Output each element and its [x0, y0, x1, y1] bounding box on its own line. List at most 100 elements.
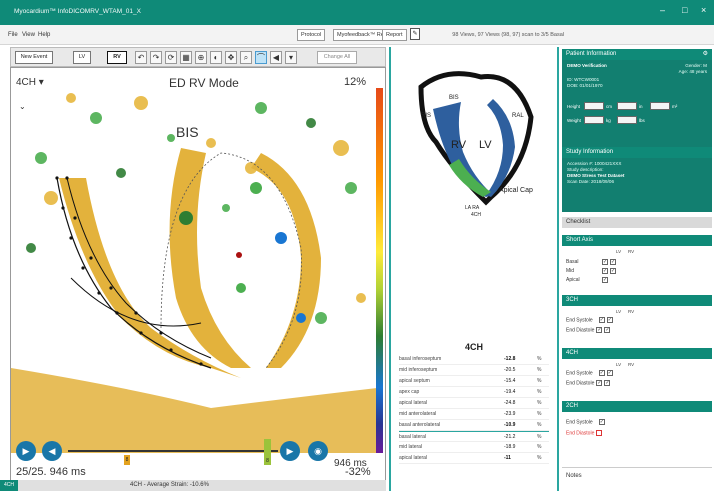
4ch-end-systole-label: End Systole [566, 370, 593, 377]
step-back-icon[interactable]: ◀ [42, 441, 62, 461]
segment-name: basal lateral [399, 434, 426, 440]
report-button[interactable]: Report [382, 29, 407, 41]
segment-name: mid inferoseptum [399, 367, 438, 373]
segment-name: apical lateral [399, 400, 428, 406]
zoom-icon[interactable]: ⊕ [195, 51, 207, 64]
play-back-icon[interactable]: ◀ [270, 51, 282, 64]
loop-icon[interactable]: ◉ [308, 441, 328, 461]
grid-icon[interactable]: ▦ [180, 51, 192, 64]
slider-marker-left[interactable]: 8 [124, 455, 130, 465]
3ch-es-lv-checkbox[interactable]: ✓ [598, 317, 605, 323]
sa-lv-checkbox[interactable]: ✓ [602, 277, 608, 283]
heart-segment-diagram [418, 71, 534, 206]
segment-unit: % [537, 378, 542, 384]
short-axis-header[interactable]: Short Axis [562, 235, 712, 246]
3ch-ed-lv-checkbox[interactable]: ✓ [596, 327, 603, 333]
change-all-button[interactable]: Change All [317, 51, 357, 64]
short-axis-row-label: Basal [566, 259, 579, 266]
new-event-button[interactable]: New Event [15, 51, 53, 64]
segment-label: BIS [176, 124, 199, 140]
rv-button[interactable]: RV [107, 51, 127, 64]
step-forward-icon[interactable]: ▶ [280, 441, 300, 461]
redo-icon[interactable]: ↷ [150, 51, 162, 64]
close-icon[interactable]: × [701, 5, 706, 15]
strain-image-viewport[interactable]: 4CH ▾ ⌄ ED RV Mode 12% BIS 25/25. 946 ms… [10, 67, 386, 486]
patient-info-title: Patient Information [566, 51, 617, 57]
study-info-header[interactable]: Study Information [562, 147, 712, 158]
menu-view[interactable]: View [22, 32, 35, 38]
play-icon[interactable]: ▶ [16, 441, 36, 461]
4ch-end-diastole-label: End Diastole [566, 380, 595, 387]
segment-row: apex cap -19.4% [399, 387, 549, 398]
2ch-end-diastole-label: End Diastole [566, 430, 595, 437]
timeline-slider[interactable] [68, 450, 278, 452]
checklist-header[interactable]: Checklist [562, 217, 712, 228]
unit-cm: cm [606, 104, 612, 109]
3ch-ed-rv-checkbox[interactable]: ✓ [604, 327, 611, 333]
segment-row: apical lateral -11% [399, 453, 549, 464]
segment-row: basal anterolateral -10.9% [399, 420, 549, 431]
segment-row: apical lateral -24.8% [399, 398, 549, 409]
4ch-ed-lv-checkbox[interactable]: ✓ [596, 380, 603, 386]
short-axis-row: Apical ✓ [566, 277, 608, 283]
2ch-es-checkbox[interactable]: ✓ [598, 419, 605, 425]
sa-lv-checkbox[interactable]: ✓ [602, 268, 608, 274]
sa-col-rv: RV [628, 249, 635, 254]
short-axis-row: Basal ✓ ✓ [566, 259, 616, 265]
short-axis-row-label: Apical [566, 277, 580, 284]
weight-label: Weight [567, 118, 581, 123]
playback-controls: ▶ ◀ 8 8 ▶ ◉ 946 ms [10, 436, 376, 476]
rotate-icon[interactable]: ⟳ [165, 51, 177, 64]
protocol-button[interactable]: Protocol [297, 29, 326, 41]
sa-rv-checkbox[interactable]: ✓ [610, 268, 616, 274]
4ch-ed-rv-checkbox[interactable]: ✓ [604, 380, 611, 386]
trace-icon[interactable]: ⌒ [255, 51, 267, 64]
segment-unit: % [537, 422, 542, 428]
sa-lv-checkbox[interactable]: ✓ [602, 259, 608, 265]
notes-label[interactable]: Notes [566, 473, 582, 479]
segment-name: apex cap [399, 389, 420, 395]
bsa-input[interactable] [650, 102, 670, 110]
time-right: 946 ms [334, 458, 367, 469]
2ch-header[interactable]: 2CH [562, 401, 712, 412]
magnify-icon[interactable]: ⌕ [240, 51, 252, 64]
window-title: Myocardium™ InfoDICOMRV_WTAM_01_X [14, 8, 141, 15]
maximize-icon[interactable]: □ [682, 5, 687, 15]
contrast-icon[interactable]: ◐ [210, 51, 222, 64]
segment-value: -20.5 [504, 367, 516, 373]
slider-marker-right[interactable]: 8 [264, 439, 271, 465]
segment-row: mid lateral -18.9% [399, 442, 549, 453]
lv-button[interactable]: LV [73, 51, 91, 64]
menu-file[interactable]: File [8, 32, 18, 38]
undo-icon[interactable]: ↶ [135, 51, 147, 64]
view-select[interactable]: 4CH ▾ [16, 77, 44, 88]
menu-help[interactable]: Help [38, 32, 50, 38]
more-icon[interactable]: ▾ [285, 51, 297, 64]
weight-lbs-input[interactable] [617, 116, 637, 124]
segment-table-title: 4CH [464, 342, 483, 352]
4ch-es-lv-checkbox[interactable]: ✓ [598, 370, 605, 376]
height-cm-input[interactable] [584, 102, 604, 110]
scroll-icon[interactable]: ⌄ [19, 102, 26, 111]
patient-info-header[interactable]: Patient Information ⚙ [562, 49, 712, 60]
2ch-end-diastole-row: End Diastole [566, 430, 603, 437]
4ch-end-systole-row: End Systole ✓ ✓ [566, 370, 613, 376]
weight-kg-input[interactable] [584, 116, 604, 124]
pan-icon[interactable]: ✥ [225, 51, 237, 64]
3ch-end-systole-label: End Systole [566, 317, 593, 324]
height-in-input[interactable] [617, 102, 637, 110]
4ch-es-rv-checkbox[interactable]: ✓ [606, 370, 613, 376]
3ch-header[interactable]: 3CH [562, 295, 712, 306]
segment-row: mid anterolateral -23.9% [399, 409, 549, 420]
segment-value: -12.8 [504, 356, 516, 362]
report-icon[interactable]: ✎ [410, 28, 420, 40]
4ch-header[interactable]: 4CH [562, 348, 712, 359]
3ch-es-rv-checkbox[interactable]: ✓ [606, 317, 613, 323]
minimize-icon[interactable]: – [660, 5, 665, 15]
segment-unit: % [537, 455, 542, 461]
sa-rv-checkbox[interactable]: ✓ [610, 259, 616, 265]
height-label: Height [567, 104, 581, 109]
3ch-end-diastole-row: End Diastole ✓ ✓ [566, 327, 611, 333]
2ch-ed-checkbox[interactable] [596, 430, 603, 436]
settings-icon[interactable]: ⚙ [703, 49, 708, 60]
